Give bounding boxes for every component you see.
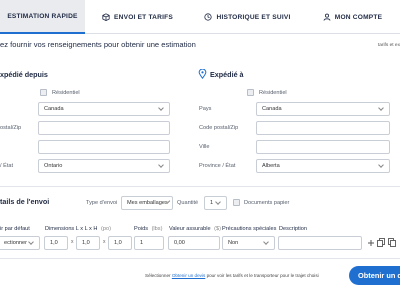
- ship-to-title: Expédié à: [210, 70, 244, 79]
- documents-checkbox[interactable]: [233, 199, 240, 206]
- width-value: 1,0: [82, 240, 90, 246]
- quantity-label: Quantité: [177, 200, 199, 206]
- rates-link[interactable]: tarifs et ex: [378, 43, 400, 48]
- chevron-down-icon: [378, 105, 384, 111]
- section-divider: [0, 186, 400, 187]
- intro-text: ez fournir vos renseignements pour obten…: [0, 40, 196, 49]
- chevron-down-icon: [263, 239, 269, 245]
- section-divider: [0, 258, 400, 259]
- hint-suffix: pour voir les tarifs et le transporteur …: [206, 273, 319, 278]
- width-input[interactable]: 1,0: [76, 236, 100, 250]
- ship-from-title: xpédié depuis: [0, 70, 48, 79]
- length-value: 1,0: [50, 240, 58, 246]
- special-column-header: Précautions spéciales: [222, 226, 277, 232]
- from-country-value: Canada: [44, 106, 64, 112]
- tab-label: ESTIMATION RAPIDE: [7, 12, 78, 20]
- dimensions-unit: (po): [101, 226, 111, 232]
- from-residential-label: Résidentiel: [52, 90, 80, 96]
- weight-value: 1: [140, 240, 144, 246]
- quantity-value: 1: [210, 200, 214, 206]
- chevron-down-icon: [28, 239, 34, 245]
- to-postal-input[interactable]: [256, 121, 390, 135]
- special-value: Non: [228, 240, 239, 246]
- from-province-label: / État: [0, 163, 14, 169]
- package-select[interactable]: ectionner: [0, 236, 40, 250]
- get-quote-link[interactable]: Obtenir un devis: [172, 273, 205, 278]
- duplicate-icon[interactable]: [388, 238, 396, 247]
- weight-column-header: Poids (lbs): [134, 226, 162, 232]
- documents-label: Documents papier: [244, 200, 290, 206]
- special-select[interactable]: Non: [222, 236, 275, 250]
- tab-label: ENVOI ET TARIFS: [114, 13, 173, 21]
- height-value: 1,0: [114, 240, 122, 246]
- dimensions-column-header: Dimensions L x L x H (po): [45, 226, 111, 232]
- chevron-down-icon: [158, 162, 164, 168]
- tab-shipping-rates[interactable]: ENVOI ET TARIFS: [85, 0, 190, 34]
- shipment-type-value: Mes emballages: [127, 200, 168, 206]
- copy-icon[interactable]: [377, 238, 385, 247]
- to-city-input[interactable]: [256, 140, 390, 154]
- shipment-details-title: tails de l'envoi: [0, 197, 50, 206]
- height-input[interactable]: 1,0: [108, 236, 132, 250]
- to-residential-label: Résidentiel: [259, 90, 287, 96]
- to-province-select[interactable]: Alberta: [256, 159, 390, 173]
- get-quote-button[interactable]: Obtenir un dev: [349, 266, 400, 285]
- user-icon: [323, 13, 331, 21]
- from-postal-input[interactable]: [38, 121, 170, 135]
- insured-value: 0,00: [174, 240, 185, 246]
- insured-unit: ($): [214, 226, 221, 232]
- to-country-select[interactable]: Canada: [256, 102, 390, 116]
- to-postal-label: Code postal/Zip: [199, 125, 239, 131]
- description-input[interactable]: [278, 236, 362, 250]
- from-province-value: Ontario: [44, 163, 63, 169]
- chevron-down-icon: [378, 162, 384, 168]
- times-separator: x: [71, 239, 74, 245]
- from-city-input[interactable]: [38, 140, 170, 154]
- package-column-header: ir par défaut: [0, 226, 30, 232]
- to-country-value: Canada: [262, 106, 282, 112]
- to-city-label: Ville: [199, 144, 210, 150]
- location-pin-icon: [198, 69, 207, 79]
- from-province-select[interactable]: Ontario: [38, 159, 170, 173]
- insured-value-input[interactable]: 0,00: [168, 236, 220, 250]
- to-country-label: Pays: [199, 106, 212, 112]
- times-separator: x: [103, 239, 106, 245]
- tab-quick-estimate[interactable]: ESTIMATION RAPIDE: [0, 0, 85, 34]
- from-country-select[interactable]: Canada: [38, 102, 170, 116]
- clock-icon: [204, 13, 213, 21]
- weight-input[interactable]: 1: [134, 236, 164, 250]
- chevron-down-icon: [215, 199, 221, 205]
- quote-hint: Sélectionner Obtenir un devis pour voir …: [145, 273, 319, 278]
- weight-header-text: Poids: [134, 226, 148, 232]
- shipment-type-select[interactable]: Mes emballages: [121, 196, 173, 210]
- description-column-header: Description: [279, 226, 307, 232]
- from-residential-checkbox[interactable]: [40, 89, 47, 96]
- quick-estimate-page: ESTIMATION RAPIDE ENVOI ET TARIFS HISTOR…: [0, 0, 400, 300]
- dimensions-header-text: Dimensions L x L x H: [45, 226, 98, 232]
- from-postal-label: ostal/Zip: [0, 125, 22, 131]
- length-input[interactable]: 1,0: [44, 236, 68, 250]
- to-province-label: Province / État: [199, 163, 236, 169]
- shipment-type-label: Type d'envoi: [86, 200, 118, 206]
- to-residential-checkbox[interactable]: [247, 89, 254, 96]
- tab-my-account[interactable]: MON COMPTE: [305, 0, 400, 34]
- insured-header-text: Valeur assurable: [169, 226, 211, 232]
- package-value: ectionner: [4, 240, 28, 246]
- tab-label: HISTORIQUE ET SUIVI: [216, 13, 291, 21]
- insured-column-header: Valeur assurable ($): [169, 226, 221, 232]
- quantity-select[interactable]: 1: [204, 196, 227, 210]
- tab-history-tracking[interactable]: HISTORIQUE ET SUIVI: [190, 0, 305, 34]
- add-icon[interactable]: [367, 239, 375, 247]
- to-province-value: Alberta: [262, 163, 280, 169]
- weight-unit: (lbs): [151, 226, 163, 232]
- chevron-down-icon: [158, 105, 164, 111]
- hint-prefix: Sélectionner: [145, 273, 171, 278]
- box-icon: [102, 13, 110, 21]
- tab-bar: ESTIMATION RAPIDE ENVOI ET TARIFS HISTOR…: [0, 0, 400, 34]
- tab-label: MON COMPTE: [334, 13, 383, 21]
